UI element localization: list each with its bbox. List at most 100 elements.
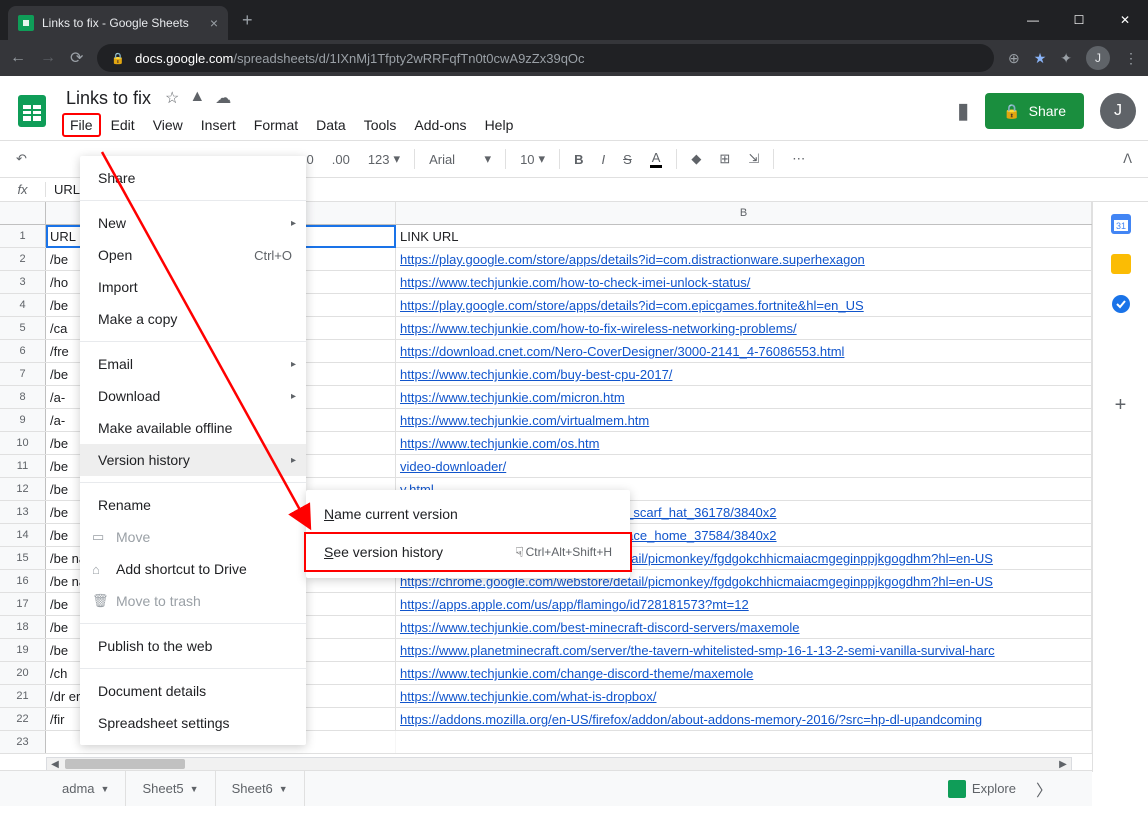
increase-decimal-button[interactable]: .00 [328, 150, 354, 169]
cell[interactable]: https://www.techjunkie.com/change-discor… [396, 662, 1092, 684]
link[interactable]: https://apps.apple.com/us/app/flamingo/i… [400, 597, 749, 612]
zoom-icon[interactable]: ⊕ [1008, 50, 1020, 67]
menubar-add-ons[interactable]: Add-ons [406, 113, 474, 137]
sheet-tab[interactable]: adma▼ [46, 771, 126, 807]
document-title[interactable]: Links to fix [62, 86, 155, 111]
row-header[interactable]: 6 [0, 340, 46, 362]
file-menu-rename[interactable]: Rename [80, 489, 306, 521]
row-header[interactable]: 21 [0, 685, 46, 707]
chevron-down-icon[interactable]: ▼ [101, 784, 110, 794]
row-header[interactable]: 5 [0, 317, 46, 339]
link[interactable]: https://play.google.com/store/apps/detai… [400, 298, 864, 313]
link[interactable]: https://www.techjunkie.com/virtualmem.ht… [400, 413, 649, 428]
italic-button[interactable]: I [597, 150, 609, 169]
cell[interactable]: https://www.techjunkie.com/buy-best-cpu-… [396, 363, 1092, 385]
share-button[interactable]: 🔒 Share [985, 93, 1084, 129]
row-header[interactable]: 4 [0, 294, 46, 316]
menubar-view[interactable]: View [145, 113, 191, 137]
cell[interactable]: https://play.google.com/store/apps/detai… [396, 294, 1092, 316]
row-header[interactable]: 16 [0, 570, 46, 592]
sheet-tab[interactable]: Sheet6▼ [216, 771, 305, 807]
row-header[interactable]: 11 [0, 455, 46, 477]
menubar-format[interactable]: Format [246, 113, 306, 137]
row-header[interactable]: 23 [0, 731, 46, 753]
undo-button[interactable]: ↶ [12, 149, 31, 169]
nav-back-icon[interactable]: ← [10, 49, 26, 67]
row-header[interactable]: 7 [0, 363, 46, 385]
row-header[interactable]: 1 [0, 225, 46, 247]
cell[interactable]: https://www.techjunkie.com/how-to-check-… [396, 271, 1092, 293]
file-menu-share[interactable]: Share [80, 162, 306, 194]
more-toolbar-button[interactable]: ⋯ [788, 149, 809, 169]
extensions-icon[interactable]: ✦ [1060, 50, 1072, 67]
row-header[interactable]: 8 [0, 386, 46, 408]
cloud-status-icon[interactable]: ☁ [215, 88, 231, 108]
row-header[interactable]: 13 [0, 501, 46, 523]
row-header[interactable]: 20 [0, 662, 46, 684]
row-header[interactable]: 10 [0, 432, 46, 454]
browser-profile-avatar[interactable]: J [1086, 46, 1110, 70]
fill-color-button[interactable]: ◆ [687, 149, 705, 169]
side-panel-toggle-icon[interactable]: 〉 [1036, 777, 1052, 801]
row-header[interactable]: 3 [0, 271, 46, 293]
row-header[interactable]: 2 [0, 248, 46, 270]
cell[interactable]: https://www.techjunkie.com/os.htm [396, 432, 1092, 454]
browser-menu-icon[interactable]: ⋮ [1124, 50, 1138, 67]
row-header[interactable]: 15 [0, 547, 46, 569]
window-minimize[interactable]: ― [1010, 0, 1056, 40]
sheets-logo-icon[interactable] [12, 91, 52, 131]
strikethrough-button[interactable]: S [619, 150, 636, 169]
row-header[interactable]: 14 [0, 524, 46, 546]
cell[interactable]: https://www.techjunkie.com/how-to-fix-wi… [396, 317, 1092, 339]
scroll-right-icon[interactable]: ▶ [1055, 759, 1071, 770]
move-icon[interactable]: ▲ [189, 88, 205, 108]
chevron-down-icon[interactable]: ▼ [279, 784, 288, 794]
menubar-insert[interactable]: Insert [193, 113, 244, 137]
scroll-left-icon[interactable]: ◀ [47, 759, 63, 770]
file-menu-make-available-offline[interactable]: Make available offline [80, 412, 306, 444]
cell[interactable]: https://apps.apple.com/us/app/flamingo/i… [396, 593, 1092, 615]
scrollbar-thumb[interactable] [65, 759, 185, 769]
link[interactable]: https://www.techjunkie.com/how-to-check-… [400, 275, 750, 290]
explore-button[interactable]: Explore [948, 780, 1016, 798]
nav-reload-icon[interactable]: ⟳ [70, 48, 83, 68]
row-header[interactable]: 17 [0, 593, 46, 615]
bold-button[interactable]: B [570, 150, 587, 169]
link[interactable]: https://play.google.com/store/apps/detai… [400, 252, 865, 267]
row-header[interactable]: 19 [0, 639, 46, 661]
menubar-edit[interactable]: Edit [103, 113, 143, 137]
chevron-down-icon[interactable]: ▼ [190, 784, 199, 794]
link[interactable]: https://www.techjunkie.com/what-is-dropb… [400, 689, 657, 704]
file-menu-version-history[interactable]: Version history [80, 444, 306, 476]
link[interactable]: https://www.techjunkie.com/os.htm [400, 436, 599, 451]
add-addon-icon[interactable]: + [1111, 394, 1131, 414]
font-family-select[interactable]: Arial▾ [425, 149, 495, 169]
link[interactable]: https://download.cnet.com/Nero-CoverDesi… [400, 344, 844, 359]
see-version-history-item[interactable]: See version history ☟ Ctrl+Alt+Shift+H [306, 534, 630, 570]
link[interactable]: https://www.techjunkie.com/buy-best-cpu-… [400, 367, 672, 382]
cell[interactable]: video-downloader/ [396, 455, 1092, 477]
column-header-b[interactable]: B [396, 202, 1092, 224]
tasks-addon-icon[interactable] [1111, 294, 1131, 314]
cell[interactable]: https://addons.mozilla.org/en-US/firefox… [396, 708, 1092, 730]
file-menu-new[interactable]: New [80, 207, 306, 239]
row-header[interactable]: 12 [0, 478, 46, 500]
name-current-version-item[interactable]: Name current version [306, 496, 630, 532]
url-field[interactable]: 🔒 docs.google.com/spreadsheets/d/1IXnMj1… [97, 44, 994, 72]
menubar-file[interactable]: File [62, 113, 101, 137]
text-color-button[interactable]: A [646, 148, 667, 170]
comments-icon[interactable]: ▮ [957, 98, 969, 124]
row-header[interactable]: 18 [0, 616, 46, 638]
more-formats-button[interactable]: 123 ▾ [364, 149, 404, 169]
file-menu-email[interactable]: Email [80, 348, 306, 380]
menubar-help[interactable]: Help [477, 113, 522, 137]
account-avatar[interactable]: J [1100, 93, 1136, 129]
menubar-data[interactable]: Data [308, 113, 354, 137]
font-size-select[interactable]: 10 ▾ [516, 149, 549, 169]
new-tab-button[interactable]: + [228, 10, 267, 31]
calendar-addon-icon[interactable]: 31 [1111, 214, 1131, 234]
collapse-toolbar-icon[interactable]: ᐱ [1119, 149, 1136, 169]
sheet-tab[interactable]: Sheet5▼ [126, 771, 215, 807]
file-menu-add-shortcut-to-drive[interactable]: ⌂Add shortcut to Drive [80, 553, 306, 585]
select-all-corner[interactable] [0, 202, 46, 224]
